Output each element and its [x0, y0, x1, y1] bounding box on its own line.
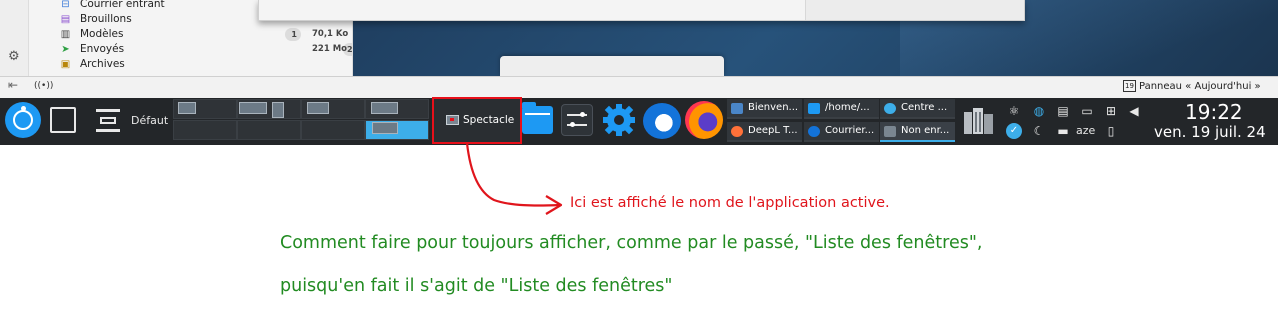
question-line-1: Comment faire pour toujours afficher, co… [280, 233, 983, 253]
annotation-callout: Ici est affiché le nom de l'application … [570, 195, 890, 211]
question-line-2: puisqu'en fait il s'agit de "Liste des f… [280, 276, 673, 296]
